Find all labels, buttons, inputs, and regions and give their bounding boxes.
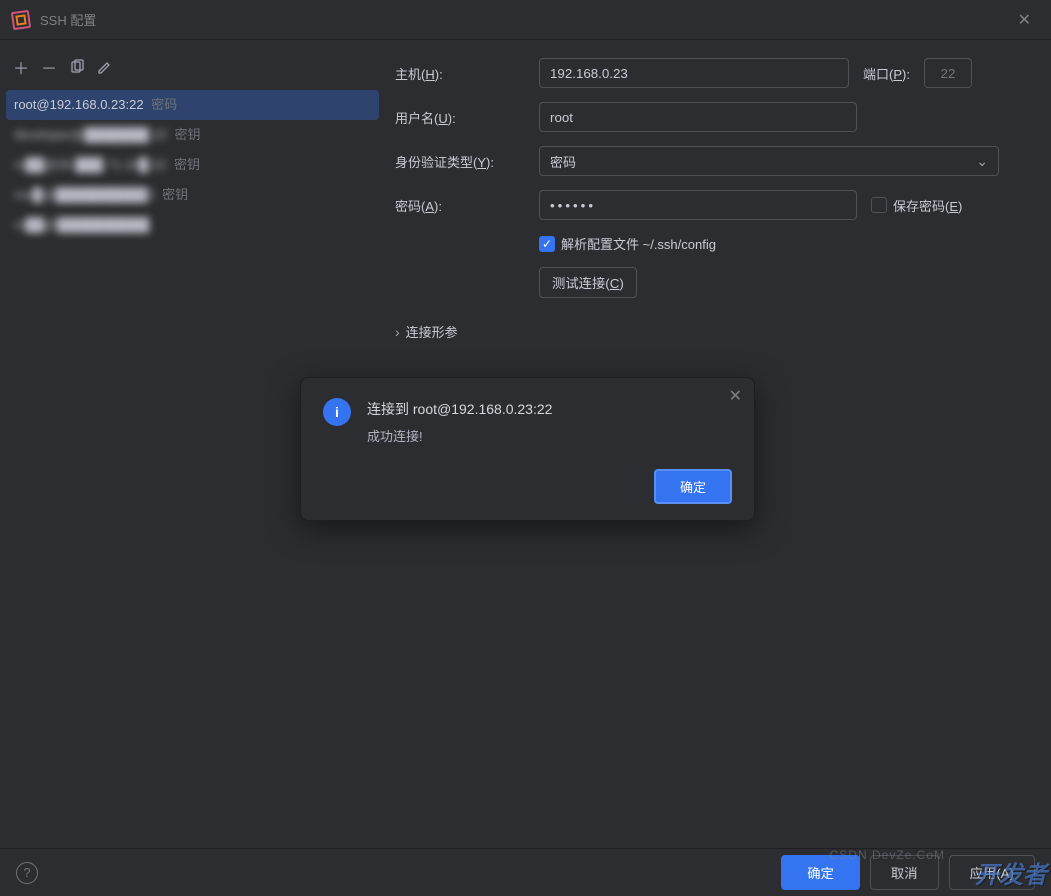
chevron-down-icon: ⌄: [976, 153, 988, 170]
expander-label: 连接形参: [406, 322, 458, 341]
username-input[interactable]: [539, 102, 857, 132]
parse-config-label: 解析配置文件 ~/.ssh/config: [561, 234, 716, 253]
list-item-label: root@192.168.0.23:22: [14, 97, 144, 112]
add-icon[interactable]: ＋: [10, 56, 32, 78]
auth-type-label: 身份验证类型(Y):: [395, 152, 525, 171]
edit-icon[interactable]: [94, 56, 116, 78]
ssh-config-item[interactable]: roo█@██████████2 密钥: [6, 180, 379, 210]
dialog-ok-button[interactable]: 确定: [654, 469, 732, 504]
port-label: 端口(P):: [863, 64, 910, 83]
close-icon[interactable]: ✕: [1010, 6, 1039, 34]
ssh-config-item[interactable]: developer@███████:22 密钥: [6, 120, 379, 150]
connection-params-expander[interactable]: › 连接形参: [395, 322, 1031, 341]
cancel-button[interactable]: 取消: [870, 855, 939, 890]
auth-type-select[interactable]: 密码 ⌄: [539, 146, 999, 176]
help-icon[interactable]: ?: [16, 862, 38, 884]
parse-config-checkbox[interactable]: ✓ 解析配置文件 ~/.ssh/config: [539, 234, 716, 253]
list-item-hint: 密钥: [174, 157, 200, 172]
dialog-title: 连接到 root@192.168.0.23:22: [367, 398, 552, 420]
test-connection-button[interactable]: 测试连接(C): [539, 267, 637, 298]
titlebar: SSH 配置 ✕: [0, 0, 1051, 40]
host-input[interactable]: [539, 58, 849, 88]
window-title: SSH 配置: [40, 10, 96, 29]
copy-icon[interactable]: [66, 56, 88, 78]
host-label: 主机(H):: [395, 64, 525, 83]
info-icon: i: [323, 398, 351, 426]
app-icon: [11, 9, 31, 29]
dialog-message: 成功连接!: [367, 426, 552, 445]
list-item-label: ro██@██████████: [14, 217, 149, 232]
sidebar-toolbar: ＋ －: [6, 50, 379, 90]
list-item-label: developer@███████:22: [14, 127, 167, 142]
connection-result-dialog: ✕ i 连接到 root@192.168.0.23:22 成功连接! 确定: [300, 377, 755, 521]
save-password-label: 保存密码(E): [893, 196, 962, 215]
list-item-label: ro██@39.███.71.18█:22: [14, 157, 166, 172]
list-item-hint: 密钥: [162, 187, 188, 202]
list-item-hint: 密钥: [174, 127, 200, 142]
remove-icon[interactable]: －: [38, 56, 60, 78]
apply-button[interactable]: 应用(A): [949, 855, 1035, 890]
checkbox-icon: [871, 197, 887, 213]
ok-button[interactable]: 确定: [781, 855, 860, 890]
dialog-footer: ? 确定 取消 应用(A): [0, 848, 1051, 896]
ssh-config-item[interactable]: ro██@██████████: [6, 210, 379, 240]
port-input[interactable]: [924, 58, 972, 88]
list-item-hint: 密码: [151, 97, 177, 112]
ssh-config-item[interactable]: root@192.168.0.23:22 密码: [6, 90, 379, 120]
save-password-checkbox[interactable]: 保存密码(E): [871, 196, 962, 215]
auth-type-value: 密码: [550, 152, 576, 171]
list-item-label: roo█@██████████2: [14, 187, 155, 202]
password-input[interactable]: [539, 190, 857, 220]
chevron-right-icon: ›: [395, 324, 400, 340]
username-label: 用户名(U):: [395, 108, 525, 127]
checkbox-checked-icon: ✓: [539, 236, 555, 252]
password-label: 密码(A):: [395, 196, 525, 215]
close-icon[interactable]: ✕: [729, 386, 742, 406]
ssh-config-item[interactable]: ro██@39.███.71.18█:22 密钥: [6, 150, 379, 180]
